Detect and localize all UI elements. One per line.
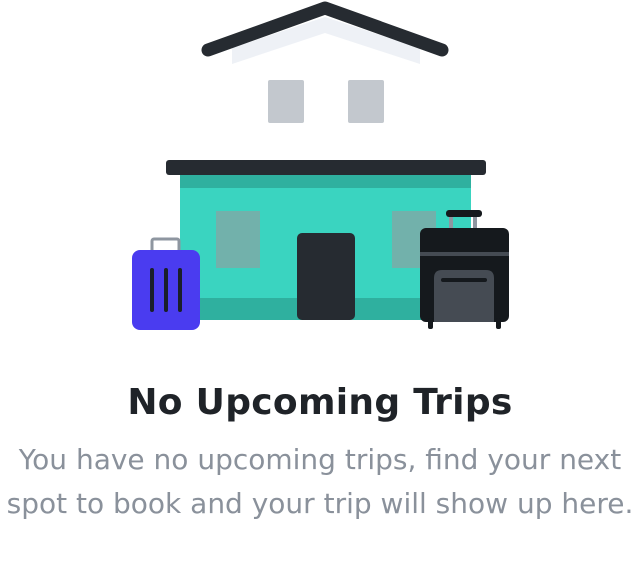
blue-suitcase-stripe-1 <box>150 268 154 312</box>
black-suitcase-pocket <box>434 270 494 322</box>
house-eave <box>166 160 486 175</box>
house-top-band <box>180 175 471 188</box>
black-suitcase-handle <box>446 210 482 217</box>
blue-suitcase-stripe-3 <box>178 268 182 312</box>
black-suitcase-wheel-right <box>496 318 501 329</box>
house-with-luggage-icon <box>0 0 640 340</box>
roof-shadow <box>232 17 420 64</box>
upper-window-left <box>268 80 304 123</box>
black-suitcase-wheel-left <box>428 318 433 329</box>
door <box>297 233 355 320</box>
empty-state: No Upcoming Trips You have no upcoming t… <box>0 0 640 568</box>
black-suitcase-divider <box>420 252 509 256</box>
blue-suitcase-stripe-2 <box>164 268 168 312</box>
lower-window-left <box>216 211 260 268</box>
empty-state-message: You have no upcoming trips, find your ne… <box>6 443 634 520</box>
black-suitcase-pocket-slot <box>441 278 487 282</box>
upper-window-right <box>348 80 384 123</box>
empty-state-title: No Upcoming Trips <box>127 382 513 423</box>
